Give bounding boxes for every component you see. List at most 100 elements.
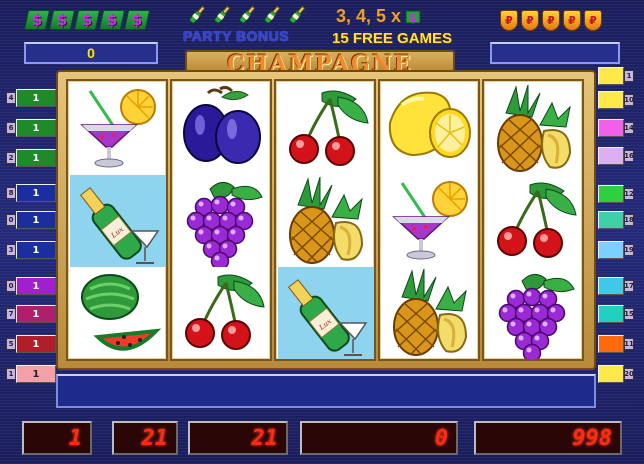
pineapple-symbol (278, 175, 374, 267)
payline-bet: 1 (16, 241, 56, 259)
payline-bet: 1 (16, 365, 56, 383)
payline-number: 19 (624, 244, 634, 256)
shield-icon: ₽ (521, 10, 539, 31)
message-bar (56, 374, 596, 408)
payline-number: 5 (6, 338, 16, 350)
payline-number: 1 (6, 368, 16, 380)
payline-button-left[interactable]: 51 (6, 334, 56, 354)
lines-display[interactable]: 1 (22, 421, 92, 455)
lemon-symbol (382, 83, 478, 175)
credit-display: 998 (474, 421, 622, 455)
payline-button-right[interactable]: 11 (598, 334, 634, 354)
total-bet-display[interactable]: 21 (188, 421, 288, 455)
payline-button-right[interactable]: 17 (598, 276, 634, 296)
cherry-symbol (278, 83, 374, 175)
svg-text:$: $ (409, 11, 417, 25)
shield-icon: ₽ (563, 10, 581, 31)
payline-button-right[interactable]: 12 (598, 184, 634, 204)
payline-button-right[interactable]: 10 (598, 90, 634, 110)
payline-button-left[interactable]: 11 (6, 364, 56, 384)
payline-button-left[interactable]: 41 (6, 88, 56, 108)
payline-number: 16 (624, 150, 634, 162)
champagne-bottle-icon (264, 5, 281, 24)
shield-icon: ₽ (542, 10, 560, 31)
free-games-label: 15 FREE GAMES (332, 30, 453, 47)
reel-3: Lux (274, 79, 376, 361)
pineapple-symbol (382, 267, 478, 359)
payline-button-left[interactable]: 01 (6, 210, 56, 230)
cocktail-symbol (70, 83, 166, 175)
info-display (490, 42, 620, 64)
champagne-bottle-icon (189, 5, 206, 24)
payline-button-left[interactable]: 61 (6, 118, 56, 138)
payline-button-right[interactable]: 20 (598, 364, 634, 384)
cherry-symbol (174, 267, 270, 359)
payline-number: 3 (6, 244, 16, 256)
payline-bet (598, 305, 624, 323)
champagne-bottle-icon (289, 5, 306, 24)
payline-button-right[interactable]: 16 (598, 146, 634, 166)
payline-number: 2 (6, 152, 16, 164)
payline-bet (598, 185, 624, 203)
payline-number: 4 (6, 92, 16, 104)
payline-number: 14 (624, 122, 634, 134)
shield-icons-group: ₽ ₽ ₽ ₽ ₽ (500, 10, 602, 31)
cherry-symbol (486, 175, 582, 267)
dollar-icon: $ (23, 10, 51, 30)
payline-bet: 1 (16, 184, 56, 202)
slot-machine-screen: $ $ $ $ $ PARTY BONUS 3, 4, 5 x $ 15 FRE… (0, 0, 644, 464)
payline-bet: 1 (16, 149, 56, 167)
dollar-icons-group: $ $ $ $ $ (23, 10, 151, 30)
payline-number: 20 (624, 368, 634, 380)
payline-button-left[interactable]: 31 (6, 240, 56, 260)
payline-button-right[interactable]: 18 (598, 210, 634, 230)
payline-number: 0 (6, 280, 16, 292)
dollar-icon: $ (73, 10, 101, 30)
payline-number: 6 (6, 122, 16, 134)
cocktail-symbol (382, 175, 478, 267)
payline-number: 12 (624, 188, 634, 200)
payline-number: 11 (624, 338, 634, 350)
shield-icon: ₽ (500, 10, 518, 31)
payline-button-right[interactable]: 14 (598, 118, 634, 138)
payline-number: 18 (624, 214, 634, 226)
reel-1: Lux (66, 79, 168, 361)
payline-bet (598, 277, 624, 295)
champagne-bottle-icon (239, 5, 256, 24)
reel-2 (170, 79, 272, 361)
payline-button-right[interactable]: 15 (598, 304, 634, 324)
grapes-symbol (174, 175, 270, 267)
win-amount-display: 0 (300, 421, 458, 455)
bet-per-line-display[interactable]: 21 (112, 421, 178, 455)
payline-number: 17 (624, 280, 634, 292)
payline-number: 15 (624, 308, 634, 320)
payline-button-left[interactable]: 01 (6, 276, 56, 296)
payline-bet: 1 (16, 119, 56, 137)
payline-button-left[interactable]: 21 (6, 148, 56, 168)
payline-bet (598, 365, 624, 383)
payline-bet (598, 147, 624, 165)
champagne-symbol: Lux (70, 175, 166, 267)
payline-number: 10 (624, 94, 634, 106)
grapes-symbol (486, 267, 582, 359)
payline-bet: 1 (16, 89, 56, 107)
dollar-icon: $ (48, 10, 76, 30)
dollar-icon: $ (405, 10, 421, 25)
payline-number: 8 (6, 187, 16, 199)
reel-4 (378, 79, 480, 361)
payline-number: 0 (6, 214, 16, 226)
payline-button-right[interactable]: 1 (598, 66, 634, 86)
dollar-icon: $ (98, 10, 126, 30)
reel-5 (482, 79, 584, 361)
payline-button-left[interactable]: 71 (6, 304, 56, 324)
payline-button-right[interactable]: 19 (598, 240, 634, 260)
dollar-icon: $ (123, 10, 151, 30)
payline-number: 7 (6, 308, 16, 320)
payline-number: 1 (624, 70, 634, 82)
party-bonus-label: PARTY BONUS (183, 28, 290, 44)
watermelon-symbol (70, 267, 166, 359)
bottle-icons-group (186, 4, 308, 26)
payline-bet: 1 (16, 335, 56, 353)
payline-button-left[interactable]: 81 (6, 183, 56, 203)
payline-bet (598, 211, 624, 229)
